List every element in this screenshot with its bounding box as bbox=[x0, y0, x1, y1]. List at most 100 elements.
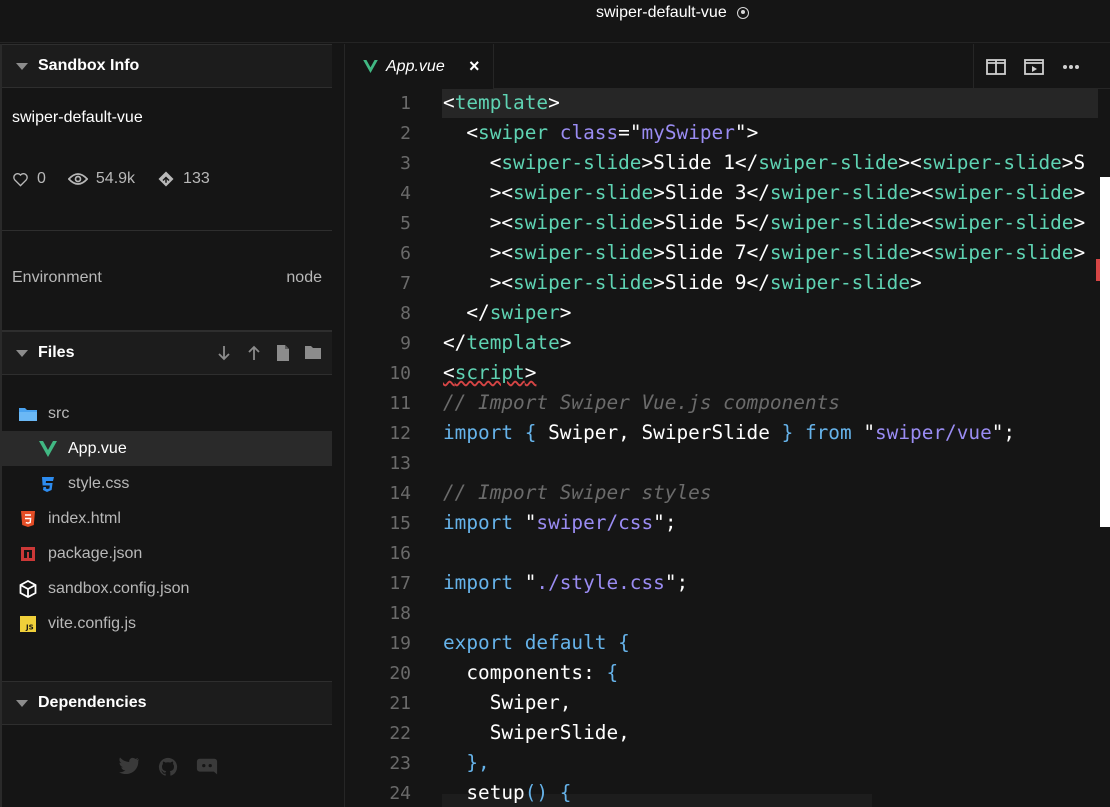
code-token: > bbox=[641, 151, 654, 174]
code-token: >S bbox=[1061, 151, 1086, 174]
code-token: >< bbox=[910, 211, 934, 234]
social-links bbox=[118, 757, 218, 777]
code-line: import "./style.css"; bbox=[443, 571, 688, 594]
file-tree-item-style-css[interactable]: style.css bbox=[2, 466, 332, 501]
sidebar-scrollbar[interactable] bbox=[332, 332, 344, 586]
code-token: >< bbox=[910, 241, 934, 264]
code-token: swiper/css bbox=[536, 511, 654, 534]
editor-actions bbox=[973, 44, 1110, 89]
code-line: setup() { bbox=[443, 781, 571, 804]
code-token: </ bbox=[746, 181, 770, 204]
code-line: ><swiper-slide>Slide 9</swiper-slide> bbox=[443, 271, 922, 294]
code-token: default bbox=[513, 631, 607, 654]
npm-icon bbox=[18, 544, 38, 564]
code-token: >< bbox=[910, 181, 934, 204]
tab-app-vue[interactable]: App.vue × bbox=[345, 44, 494, 89]
code-line: <swiper class="mySwiper"> bbox=[443, 121, 758, 144]
sandbox-info-header[interactable]: Sandbox Info bbox=[2, 44, 332, 88]
code-token: mySwiper bbox=[641, 121, 735, 144]
file-tree-item-src[interactable]: src bbox=[2, 396, 332, 431]
files-header[interactable]: Files bbox=[2, 331, 332, 375]
code-token: import bbox=[443, 421, 514, 444]
fork-icon bbox=[158, 171, 174, 187]
new-folder-icon[interactable] bbox=[304, 344, 322, 360]
file-tree-label: vite.config.js bbox=[48, 614, 137, 632]
file-tree-item-vite-config[interactable]: JS vite.config.js bbox=[2, 606, 332, 641]
dependencies-title: Dependencies bbox=[38, 694, 147, 711]
eye-icon bbox=[67, 173, 88, 185]
editor-scrollbar[interactable] bbox=[1100, 177, 1110, 527]
github-icon[interactable] bbox=[158, 757, 178, 777]
new-file-icon[interactable] bbox=[276, 344, 290, 362]
upload-icon[interactable] bbox=[246, 344, 262, 362]
tab-label: App.vue bbox=[386, 57, 445, 75]
code-token: < bbox=[443, 151, 502, 174]
code-line: import { Swiper, SwiperSlide } from "swi… bbox=[443, 421, 1015, 444]
line-number: 20 bbox=[389, 663, 411, 684]
code-token: swiper-slide bbox=[501, 151, 642, 174]
sandbox-stats: 0 54.9k 133 bbox=[12, 170, 232, 188]
views-stat: 54.9k bbox=[67, 170, 135, 188]
preview-icon[interactable] bbox=[1024, 58, 1044, 75]
code-token: < bbox=[443, 121, 479, 144]
line-number: 10 bbox=[389, 363, 411, 384]
heart-icon bbox=[13, 172, 28, 187]
download-icon[interactable] bbox=[216, 344, 232, 362]
file-tree-label: sandbox.config.json bbox=[48, 579, 190, 597]
code-token: >< bbox=[898, 151, 922, 174]
code-token: > bbox=[1073, 181, 1086, 204]
code-line: ><swiper-slide>Slide 7</swiper-slide><sw… bbox=[443, 241, 1085, 264]
code-token: =" bbox=[618, 121, 642, 144]
likes-stat[interactable]: 0 bbox=[12, 170, 46, 188]
code-token: > bbox=[559, 301, 572, 324]
file-tree-label: App.vue bbox=[68, 439, 127, 457]
line-number: 3 bbox=[400, 153, 411, 174]
code-token: > bbox=[653, 271, 665, 294]
code-token: import bbox=[443, 571, 514, 594]
file-tree-label: src bbox=[48, 404, 70, 422]
line-number: 13 bbox=[389, 453, 411, 474]
file-tree-label: package.json bbox=[48, 544, 143, 562]
code-token: swiper/vue bbox=[875, 421, 992, 444]
line-number: 17 bbox=[389, 573, 411, 594]
code-line: <swiper-slide>Slide 1</swiper-slide><swi… bbox=[443, 151, 1085, 174]
file-tree-label: style.css bbox=[68, 474, 130, 492]
code-line: ><swiper-slide>Slide 3</swiper-slide><sw… bbox=[443, 181, 1085, 204]
code-token: > bbox=[910, 271, 922, 294]
code-line: export default { bbox=[443, 631, 630, 654]
forks-stat[interactable]: 133 bbox=[157, 170, 210, 188]
code-token: > bbox=[559, 331, 572, 354]
code-token: }, bbox=[443, 751, 490, 774]
close-tab-icon[interactable]: × bbox=[469, 56, 480, 77]
vue-icon bbox=[38, 439, 58, 459]
code-line: components: { bbox=[443, 661, 618, 684]
split-view-icon[interactable] bbox=[986, 58, 1006, 75]
file-tree-item-app-vue[interactable]: App.vue bbox=[2, 431, 332, 466]
file-tree-item-index-html[interactable]: index.html bbox=[2, 501, 332, 536]
code-token: " bbox=[513, 511, 537, 534]
sandbox-info-panel: swiper-default-vue 0 54.9k 133 bbox=[2, 88, 332, 231]
code-token: : bbox=[583, 661, 607, 684]
code-token: Slide 3 bbox=[664, 181, 747, 204]
line-number: 18 bbox=[389, 603, 411, 624]
file-tree-item-sandbox-config[interactable]: sandbox.config.json bbox=[2, 571, 332, 606]
code-token: > bbox=[653, 181, 665, 204]
code-token: SwiperSlide, bbox=[443, 721, 630, 744]
code-token: Swiper, bbox=[443, 691, 572, 714]
code-token: Slide 1 bbox=[653, 151, 735, 174]
code-token: swiper-slide bbox=[933, 241, 1074, 264]
twitter-icon[interactable] bbox=[118, 757, 140, 775]
globe-icon[interactable] bbox=[736, 7, 749, 19]
likes-count: 0 bbox=[37, 170, 46, 187]
code-token: < bbox=[443, 91, 455, 114]
code-token: { bbox=[513, 421, 549, 444]
line-number: 15 bbox=[389, 513, 411, 534]
discord-icon[interactable] bbox=[196, 757, 218, 777]
file-tree-item-package-json[interactable]: package.json bbox=[2, 536, 332, 571]
environment-label: Environment bbox=[12, 269, 102, 286]
line-number: 22 bbox=[389, 723, 411, 744]
dependencies-header[interactable]: Dependencies bbox=[2, 681, 332, 725]
css-icon bbox=[38, 474, 58, 494]
more-options-icon[interactable] bbox=[1062, 64, 1080, 70]
code-area[interactable]: 1 2 3 4 5 6 7 8 9 10 11 12 13 14 15 16 17 18 19 20 21 22 23 24 <… bbox=[345, 89, 1110, 807]
